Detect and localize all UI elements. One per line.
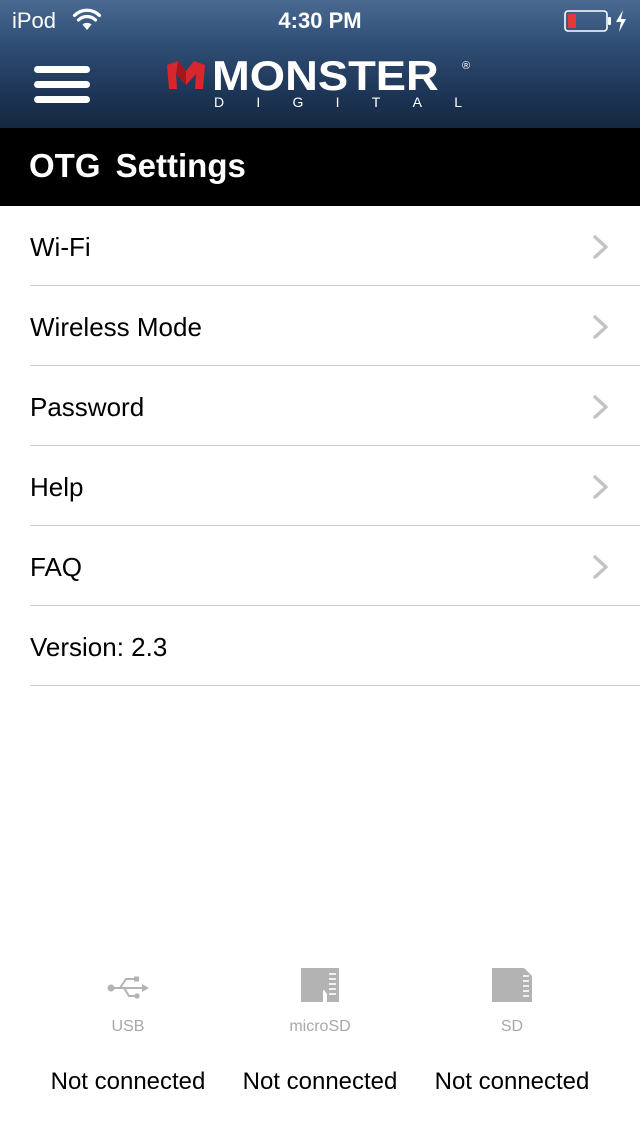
device-status-panel: USB Not connected microSD Not connected … xyxy=(0,966,640,1126)
chevron-right-icon xyxy=(593,555,608,579)
settings-list: Wi-Fi Wireless Mode Password Help FAQ Ve… xyxy=(0,206,640,686)
settings-item-password[interactable]: Password xyxy=(30,366,640,446)
chevron-right-icon xyxy=(593,475,608,499)
version-label: Version: 2.3 xyxy=(30,632,168,662)
clock: 4:30 PM xyxy=(278,8,362,33)
device-status: Not connected xyxy=(434,1068,590,1095)
settings-item-label: FAQ xyxy=(30,552,83,582)
settings-item-faq[interactable]: FAQ xyxy=(30,526,640,606)
page-title-bar: OTG Settings xyxy=(0,128,640,206)
monster-m-logo-icon xyxy=(167,61,205,89)
device-status: Not connected xyxy=(50,1068,206,1095)
settings-item-label: Wireless Mode xyxy=(30,312,202,342)
settings-item-help[interactable]: Help xyxy=(30,446,640,526)
page-title: OTG Settings xyxy=(29,147,246,184)
device-label: SD xyxy=(500,1018,524,1035)
device-status: Not connected xyxy=(242,1068,398,1095)
settings-item-label: Password xyxy=(30,392,145,422)
device-label: microSD xyxy=(289,1018,351,1035)
chevron-right-icon xyxy=(593,395,608,419)
version-info: Version: 2.3 xyxy=(30,606,640,686)
microsd-icon xyxy=(301,968,339,1002)
settings-item-wifi[interactable]: Wi-Fi xyxy=(30,206,640,286)
charging-bolt-icon xyxy=(616,10,626,32)
device-usb: USB Not connected xyxy=(32,966,224,1095)
usb-icon xyxy=(107,976,149,999)
brand-subtitle: D I G I T A L xyxy=(214,94,462,110)
chevron-right-icon xyxy=(593,315,608,339)
battery-icon xyxy=(564,10,611,32)
hamburger-menu-icon[interactable] xyxy=(34,66,90,104)
app-header: iPod 4:30 PM MONSTER ® D I G I T A L xyxy=(0,0,640,128)
chevron-right-icon xyxy=(593,235,608,259)
monster-digital-logo: MONSTER ® D I G I T A L xyxy=(166,52,476,112)
settings-item-label: Wi-Fi xyxy=(30,232,91,262)
sd-card-icon xyxy=(492,968,532,1002)
settings-item-label: Help xyxy=(30,472,84,502)
device-microsd: microSD Not connected xyxy=(224,966,416,1095)
settings-item-wireless-mode[interactable]: Wireless Mode xyxy=(30,286,640,366)
device-sd: SD Not connected xyxy=(416,966,608,1095)
brand-registered-mark: ® xyxy=(462,60,471,72)
device-label: USB xyxy=(111,1018,145,1035)
status-bar: iPod 4:30 PM xyxy=(0,0,640,40)
brand-wordmark: MONSTER xyxy=(212,52,439,99)
